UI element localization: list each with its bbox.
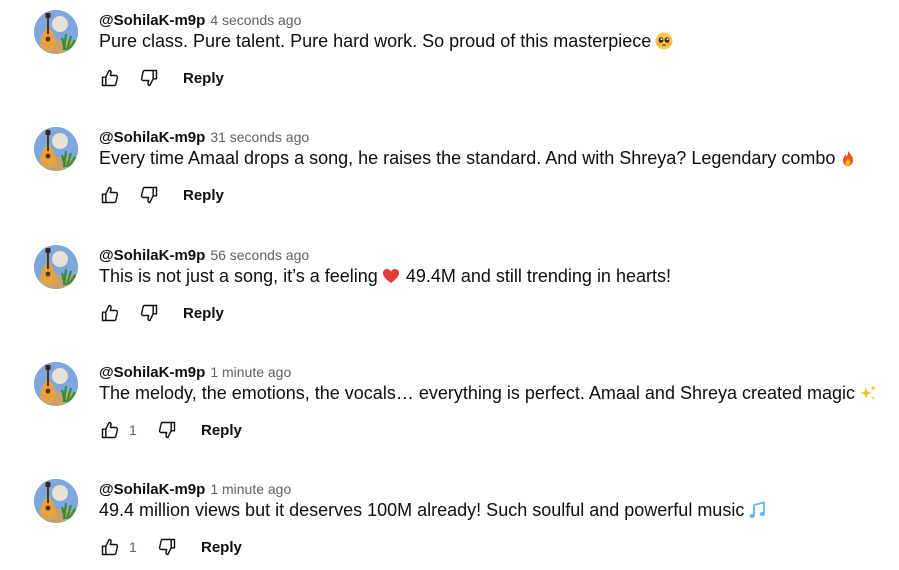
comment-header: @SohilaK-m9p 4 seconds ago	[99, 10, 301, 30]
comment-timestamp[interactable]: 31 seconds ago	[210, 129, 309, 145]
reply-button[interactable]: Reply	[201, 539, 242, 556]
comment-body: 49.4 million views but it deserves 100M …	[99, 500, 745, 520]
comment-actions: 1 Reply	[99, 418, 242, 442]
comment-author[interactable]: @SohilaK-m9p	[99, 129, 205, 146]
dislike-button[interactable]	[156, 536, 178, 558]
guitar-avatar-icon	[34, 479, 78, 523]
thumbs-down-icon	[158, 538, 176, 556]
comment-text: Every time Amaal drops a song, he raises…	[99, 147, 857, 169]
comment-body: The melody, the emotions, the vocals… ev…	[99, 383, 856, 403]
avatar[interactable]	[34, 10, 78, 54]
comment-item: @SohilaK-m9p 56 seconds ago This is not j…	[0, 235, 899, 352]
thumbs-down-icon	[140, 69, 158, 87]
comment-header: @SohilaK-m9p 1 minute ago	[99, 479, 291, 499]
red-heart-icon	[382, 267, 400, 285]
avatar[interactable]	[34, 479, 78, 523]
comment-actions: 1 Reply	[99, 535, 242, 559]
fire-icon	[839, 149, 857, 167]
comment-timestamp[interactable]: 1 minute ago	[210, 481, 291, 497]
comment-text: This is not just a song, it’s a feeling 4…	[99, 265, 671, 287]
reply-button[interactable]: Reply	[183, 70, 224, 87]
comment-timestamp[interactable]: 4 seconds ago	[210, 12, 301, 28]
comment-timestamp[interactable]: 56 seconds ago	[210, 247, 309, 263]
thumbs-up-icon	[101, 538, 119, 556]
comment-header: @SohilaK-m9p 1 minute ago	[99, 362, 291, 382]
musical-notes-icon	[748, 501, 766, 519]
comment-author[interactable]: @SohilaK-m9p	[99, 481, 205, 498]
avatar[interactable]	[34, 127, 78, 171]
comment-body-start: This is not just a song, it’s a feeling	[99, 266, 378, 286]
comment-item: @SohilaK-m9p 31 seconds ago Every time Am…	[0, 117, 899, 234]
reply-button[interactable]: Reply	[183, 305, 224, 322]
like-button[interactable]	[99, 302, 121, 324]
like-button[interactable]	[99, 536, 121, 558]
like-button[interactable]	[99, 419, 121, 441]
comment-actions: Reply	[99, 301, 224, 325]
comment-actions: Reply	[99, 183, 224, 207]
comment-text: The melody, the emotions, the vocals… ev…	[99, 382, 877, 404]
comment-body-end: 49.4M and still trending in hearts!	[405, 266, 671, 286]
comment-body: Pure class. Pure talent. Pure hard work.…	[99, 31, 652, 51]
comment-actions: Reply	[99, 66, 224, 90]
comment-author[interactable]: @SohilaK-m9p	[99, 364, 205, 381]
comment-header: @SohilaK-m9p 56 seconds ago	[99, 245, 309, 265]
thumbs-up-icon	[101, 69, 119, 87]
thumbs-up-icon	[101, 186, 119, 204]
sparkles-icon	[859, 384, 877, 402]
comment-item: @SohilaK-m9p 4 seconds ago Pure class. Pu…	[0, 0, 899, 117]
pleading-face-icon	[655, 32, 673, 50]
thumbs-down-icon	[140, 186, 158, 204]
comment-item: @SohilaK-m9p 1 minute ago 49.4 million vi…	[0, 469, 899, 570]
like-button[interactable]	[99, 184, 121, 206]
guitar-avatar-icon	[34, 127, 78, 171]
avatar[interactable]	[34, 245, 78, 289]
comment-author[interactable]: @SohilaK-m9p	[99, 12, 205, 29]
dislike-button[interactable]	[138, 302, 160, 324]
comment-body: Every time Amaal drops a song, he raises…	[99, 148, 836, 168]
reply-button[interactable]: Reply	[201, 422, 242, 439]
comment-item: @SohilaK-m9p 1 minute ago The melody, the…	[0, 352, 899, 469]
reply-button[interactable]: Reply	[183, 187, 224, 204]
dislike-button[interactable]	[138, 184, 160, 206]
thumbs-up-icon	[101, 304, 119, 322]
dislike-button[interactable]	[138, 67, 160, 89]
comment-author[interactable]: @SohilaK-m9p	[99, 247, 205, 264]
like-button[interactable]	[99, 67, 121, 89]
like-count: 1	[129, 539, 137, 555]
comment-header: @SohilaK-m9p 31 seconds ago	[99, 127, 309, 147]
comment-text: 49.4 million views but it deserves 100M …	[99, 499, 766, 521]
thumbs-down-icon	[158, 421, 176, 439]
comments-list: @SohilaK-m9p 4 seconds ago Pure class. Pu…	[0, 0, 899, 570]
thumbs-up-icon	[101, 421, 119, 439]
thumbs-down-icon	[140, 304, 158, 322]
avatar[interactable]	[34, 362, 78, 406]
guitar-avatar-icon	[34, 10, 78, 54]
guitar-avatar-icon	[34, 362, 78, 406]
comment-text: Pure class. Pure talent. Pure hard work.…	[99, 30, 673, 52]
like-count: 1	[129, 422, 137, 438]
comment-timestamp[interactable]: 1 minute ago	[210, 364, 291, 380]
guitar-avatar-icon	[34, 245, 78, 289]
dislike-button[interactable]	[156, 419, 178, 441]
